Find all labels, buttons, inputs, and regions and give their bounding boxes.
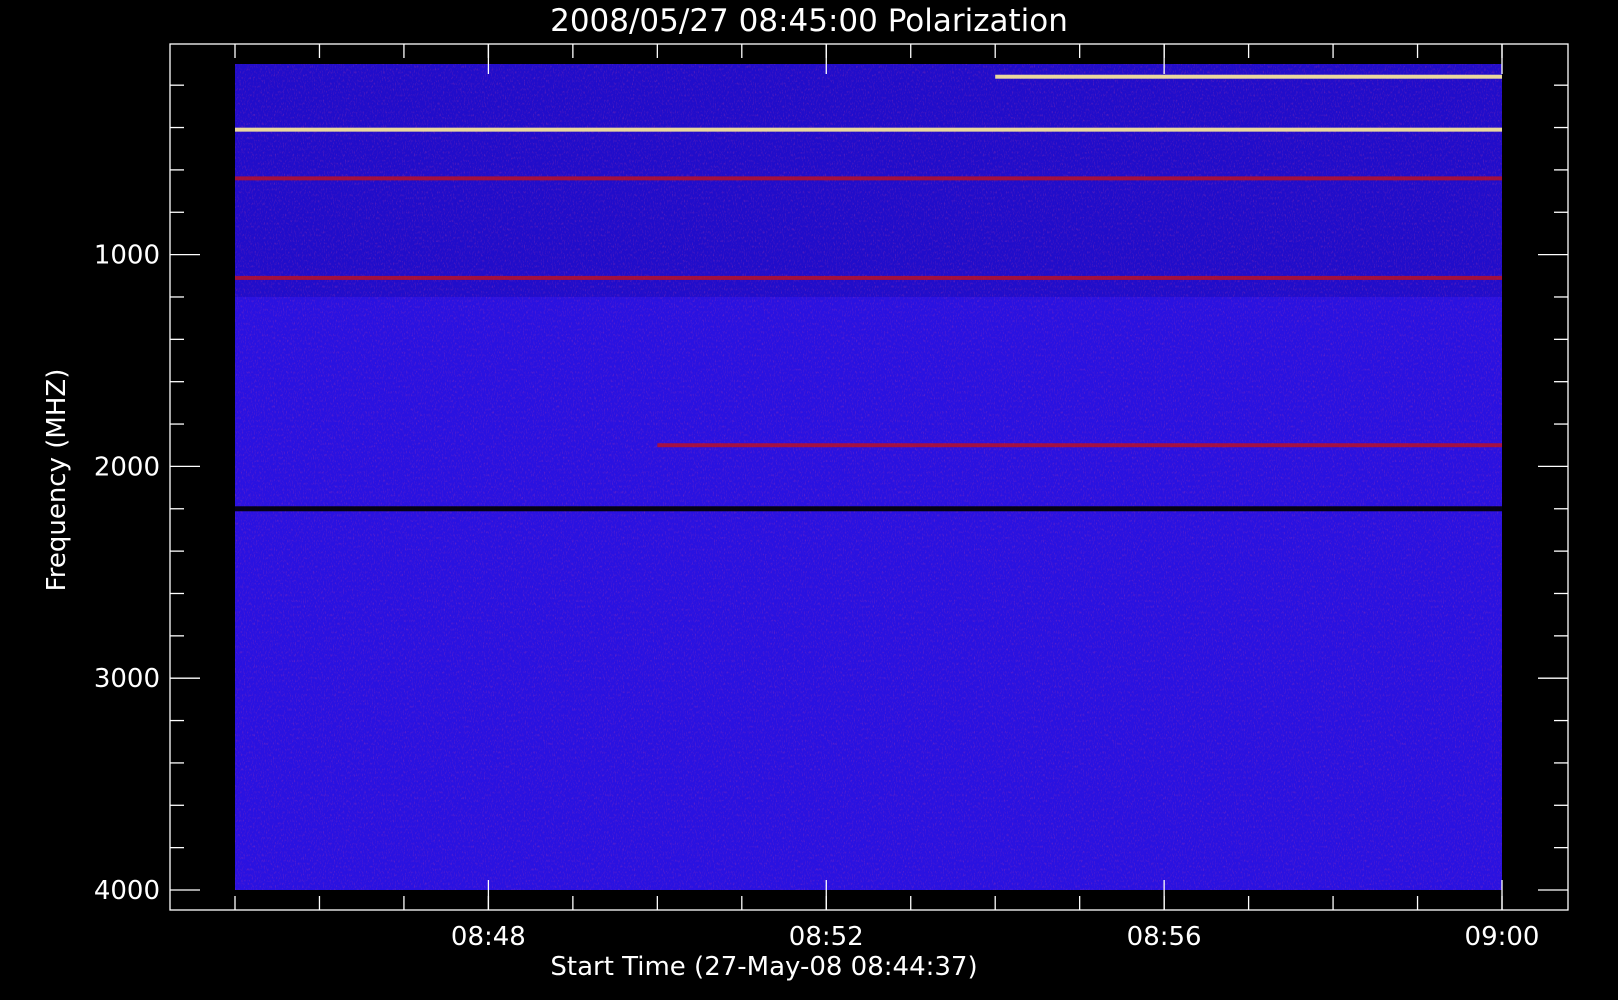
spectrogram-chart: 2008/05/27 08:45:00 Polarization 1000 200… bbox=[0, 0, 1618, 1000]
y-tick-label: 1000 bbox=[94, 241, 160, 271]
heatmap-feature bbox=[995, 74, 1502, 79]
heatmap-texture bbox=[235, 64, 1502, 890]
x-axis-label: Start Time (27-May-08 08:44:37) bbox=[550, 952, 977, 982]
x-tick-label: 08:48 bbox=[451, 922, 526, 952]
heatmap-feature bbox=[235, 176, 1502, 181]
y-tick-label: 4000 bbox=[94, 876, 160, 906]
y-tick-label: 2000 bbox=[94, 452, 160, 482]
heatmap-feature bbox=[235, 275, 1502, 280]
x-tick-label: 08:52 bbox=[789, 922, 864, 952]
y-axis-label: Frequency (MHZ) bbox=[42, 369, 72, 592]
heatmap-area bbox=[235, 64, 1502, 890]
y-tick-label: 3000 bbox=[94, 664, 160, 694]
x-tick-label: 09:00 bbox=[1465, 922, 1540, 952]
chart-title: 2008/05/27 08:45:00 Polarization bbox=[550, 3, 1068, 39]
heatmap-feature bbox=[235, 506, 1502, 512]
x-tick-label: 08:56 bbox=[1127, 922, 1202, 952]
heatmap-feature bbox=[657, 443, 1502, 448]
heatmap-feature bbox=[235, 127, 1502, 132]
